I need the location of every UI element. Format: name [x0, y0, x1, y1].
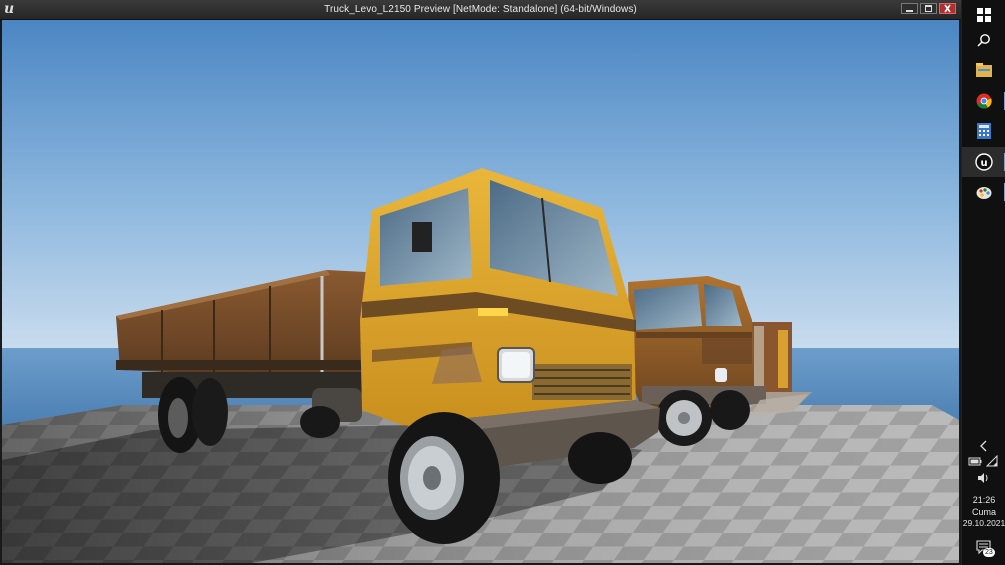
minimize-button[interactable] [901, 3, 918, 14]
taskbar-unreal-engine[interactable]: u [962, 147, 1005, 177]
wifi-icon [985, 455, 998, 467]
volume-button[interactable] [962, 466, 1005, 490]
clock-time: 21:26 [972, 495, 996, 505]
clock-date: 29.10.2021 [962, 518, 1005, 528]
clock-day: Cuma [971, 507, 996, 517]
file-explorer-icon [976, 63, 992, 77]
close-icon [944, 4, 951, 13]
taskbar-file-explorer[interactable] [962, 55, 1005, 85]
search-icon [977, 34, 990, 47]
taskbar-calculator[interactable] [962, 116, 1005, 146]
close-button[interactable] [939, 3, 956, 14]
window-controls [901, 3, 956, 15]
front-wheel [388, 412, 500, 544]
maximize-button[interactable] [920, 3, 937, 14]
svg-text:u: u [980, 158, 987, 169]
window-title: Truck_Levo_L2150 Preview [NetMode: Stand… [324, 4, 637, 15]
search-button[interactable] [962, 25, 1005, 55]
grille [532, 364, 632, 400]
maximize-icon [925, 5, 932, 12]
app-window: u Truck_Levo_L2150 Preview [NetMode: Sta… [0, 0, 961, 565]
notification-count-badge: 23 [983, 548, 995, 557]
calculator-icon [977, 123, 991, 139]
truck-scene [2, 20, 959, 563]
minimize-icon [906, 10, 913, 12]
battery-icon [968, 457, 982, 466]
taskbar: u 21:26 Cuma 29.10.2021 23 [961, 0, 1005, 565]
game-viewport[interactable] [2, 20, 959, 563]
action-center-button[interactable]: 23 [962, 534, 1005, 562]
taskbar-paint[interactable] [962, 177, 1005, 207]
windows-start-icon [977, 8, 991, 22]
paint-icon [976, 187, 992, 199]
chrome-icon [976, 93, 992, 109]
title-bar[interactable]: u Truck_Levo_L2150 Preview [NetMode: Sta… [0, 0, 961, 20]
taskbar-chrome[interactable] [962, 86, 1005, 116]
unreal-engine-icon: u [975, 153, 993, 171]
volume-icon [978, 473, 988, 483]
